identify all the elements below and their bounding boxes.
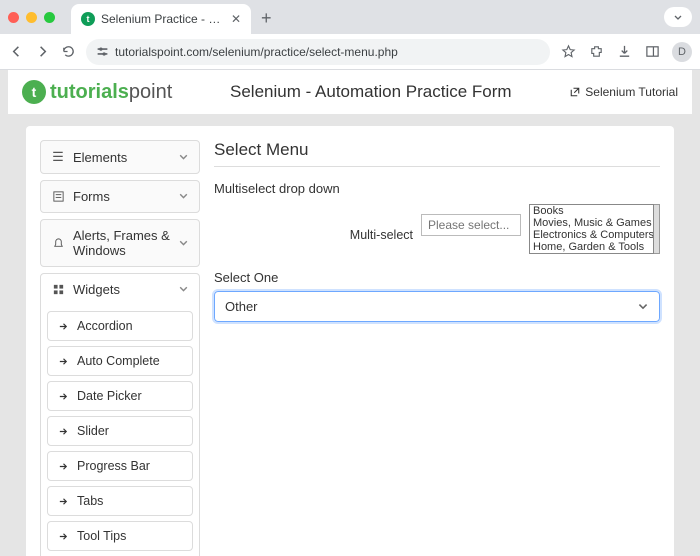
- form-icon: [51, 190, 65, 203]
- arrow-right-icon: [58, 356, 69, 367]
- side-panel-icon[interactable]: [644, 44, 660, 60]
- sidebar-item-slider[interactable]: Slider: [47, 416, 193, 446]
- arrow-right-icon: [58, 531, 69, 542]
- browser-tab[interactable]: t Selenium Practice - Select M ✕: [71, 4, 251, 34]
- extensions-icon[interactable]: [588, 44, 604, 60]
- scrollbar[interactable]: [654, 204, 660, 254]
- multiselect-field-label: Multi-select: [350, 204, 413, 242]
- arrow-right-icon: [58, 426, 69, 437]
- profile-avatar[interactable]: D: [672, 42, 692, 62]
- multiselect-option[interactable]: Movies, Music & Games: [530, 217, 653, 229]
- close-tab-icon[interactable]: ✕: [231, 12, 241, 26]
- logo-icon: t: [22, 80, 46, 104]
- multiselect-option[interactable]: Books: [530, 205, 653, 217]
- zoom-window-icon[interactable]: [44, 12, 55, 23]
- page-body: t tutorialspoint Selenium - Automation P…: [0, 70, 700, 556]
- arrow-right-icon: [58, 321, 69, 332]
- sidebar-group-widgets[interactable]: Widgets AccordionAuto CompleteDate Picke…: [40, 273, 200, 556]
- address-bar[interactable]: tutorialspoint.com/selenium/practice/sel…: [86, 39, 550, 65]
- site-header: t tutorialspoint Selenium - Automation P…: [8, 70, 692, 114]
- sidebar-item-date-picker[interactable]: Date Picker: [47, 381, 193, 411]
- sidebar-group-alerts[interactable]: Alerts, Frames & Windows: [40, 219, 200, 267]
- sidebar-item-label: Slider: [77, 424, 109, 438]
- sidebar-item-accordion[interactable]: Accordion: [47, 311, 193, 341]
- close-window-icon[interactable]: [8, 12, 19, 23]
- minimize-window-icon[interactable]: [26, 12, 37, 23]
- chevron-down-icon: [178, 191, 189, 202]
- sidebar-group-elements[interactable]: ☰ Elements: [40, 140, 200, 174]
- sidebar-item-label: Progress Bar: [77, 459, 150, 473]
- multiselect-listbox[interactable]: BooksMovies, Music & GamesElectronics & …: [529, 204, 654, 254]
- sidebar-item-tabs[interactable]: Tabs: [47, 486, 193, 516]
- site-logo[interactable]: t tutorialspoint: [22, 80, 172, 104]
- sidebar-item-label: Tabs: [77, 494, 103, 508]
- chevron-down-icon: [637, 301, 649, 313]
- sidebar-item-auto-complete[interactable]: Auto Complete: [47, 346, 193, 376]
- grid-icon: [51, 283, 65, 296]
- favicon-icon: t: [81, 12, 95, 26]
- select-one-dropdown[interactable]: Other: [214, 291, 660, 322]
- multiselect-option[interactable]: Home, Garden & Tools: [530, 241, 653, 253]
- tab-overflow-icon[interactable]: [664, 7, 692, 27]
- window-controls: [8, 12, 55, 23]
- sidebar-item-label: Accordion: [77, 319, 133, 333]
- logo-text-1: tutorials: [50, 81, 129, 103]
- tab-title: Selenium Practice - Select M: [101, 12, 225, 26]
- browser-tab-bar: t Selenium Practice - Select M ✕ +: [0, 0, 700, 34]
- sidebar-item-label: Auto Complete: [77, 354, 160, 368]
- multiselect-heading: Multiselect drop down: [214, 181, 660, 196]
- sidebar-group-forms[interactable]: Forms: [40, 180, 200, 213]
- back-button[interactable]: [8, 44, 24, 60]
- url-text: tutorialspoint.com/selenium/practice/sel…: [115, 45, 398, 59]
- bell-icon: [51, 237, 65, 250]
- multiselect-option[interactable]: Electronics & Computers: [530, 229, 653, 241]
- sidebar-item-progress-bar[interactable]: Progress Bar: [47, 451, 193, 481]
- main-content: Select Menu Multiselect drop down Multi-…: [214, 140, 660, 556]
- chevron-down-icon: [178, 152, 189, 163]
- arrow-right-icon: [58, 461, 69, 472]
- downloads-icon[interactable]: [616, 44, 632, 60]
- sidebar-item-label: Date Picker: [77, 389, 142, 403]
- logo-text-2: point: [129, 81, 172, 103]
- main-heading: Select Menu: [214, 140, 660, 167]
- menu-icon: ☰: [51, 149, 65, 165]
- reload-button[interactable]: [60, 44, 76, 60]
- multiselect-input[interactable]: [421, 214, 521, 236]
- forward-button[interactable]: [34, 44, 50, 60]
- sidebar-item-label: Tool Tips: [77, 529, 126, 543]
- arrow-right-icon: [58, 391, 69, 402]
- arrow-right-icon: [58, 496, 69, 507]
- bookmark-icon[interactable]: [560, 44, 576, 60]
- site-settings-icon[interactable]: [96, 45, 109, 58]
- select-one-label: Select One: [214, 270, 660, 285]
- sidebar-item-tool-tips[interactable]: Tool Tips: [47, 521, 193, 551]
- selenium-tutorial-link[interactable]: Selenium Tutorial: [569, 85, 678, 99]
- sidebar: ☰ Elements Forms Alerts, Frames & Window…: [40, 140, 200, 556]
- select-one-value: Other: [225, 299, 637, 314]
- chevron-down-icon: [178, 284, 189, 295]
- browser-toolbar: tutorialspoint.com/selenium/practice/sel…: [0, 34, 700, 70]
- new-tab-button[interactable]: +: [261, 8, 272, 29]
- page-title: Selenium - Automation Practice Form: [172, 82, 569, 102]
- external-link-icon: [569, 86, 581, 98]
- chevron-down-icon: [178, 238, 189, 249]
